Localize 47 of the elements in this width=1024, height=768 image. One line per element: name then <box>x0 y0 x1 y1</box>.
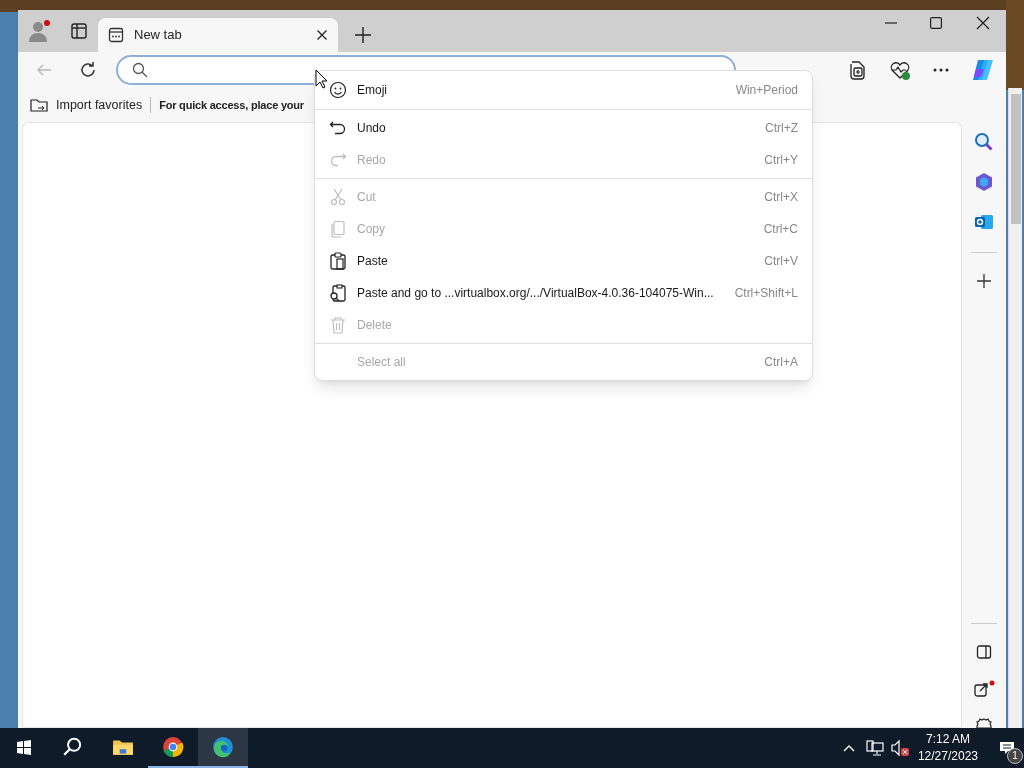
add-icon[interactable] <box>976 273 992 289</box>
copilot-icon[interactable] <box>970 57 996 83</box>
menu-item[interactable]: Paste and go to ...virtualbox.org/.../VirtualBox-4.0.36-104075-Win... Ctrl+Shift+L <box>315 277 812 309</box>
browser-tab[interactable]: New tab <box>98 18 338 52</box>
edge-icon <box>212 736 234 758</box>
scrollbar[interactable] <box>1008 88 1022 728</box>
chevron-up-icon[interactable] <box>841 743 856 753</box>
search-icon <box>132 62 148 78</box>
network-icon[interactable] <box>865 740 884 756</box>
new-tab-page-icon <box>108 27 124 43</box>
emoji-icon <box>329 81 347 99</box>
clock-time[interactable]: 7:12 AM <box>925 731 970 748</box>
profile-icon[interactable] <box>28 18 52 44</box>
heart-pulse-icon[interactable] <box>888 59 912 81</box>
hexagon-icon[interactable] <box>974 172 994 192</box>
external-link-icon[interactable] <box>973 680 995 698</box>
notification-count: 1 <box>1007 748 1023 764</box>
search-icon[interactable] <box>974 132 994 152</box>
folder-icon <box>30 97 48 113</box>
maximize-icon[interactable] <box>930 17 942 29</box>
trash-icon <box>329 316 347 334</box>
new-tab-icon[interactable] <box>354 26 372 44</box>
clipboard-icon <box>329 252 347 270</box>
chrome-icon <box>162 736 184 758</box>
clipboard-search-icon <box>329 284 347 302</box>
refresh-icon[interactable] <box>78 60 98 80</box>
split-view-icon[interactable] <box>976 644 992 660</box>
start-icon[interactable] <box>14 738 34 758</box>
notifications-button[interactable]: 1 <box>990 728 1024 768</box>
tab-title: New tab <box>134 26 183 45</box>
redo-icon <box>329 151 347 169</box>
scissors-icon <box>329 188 347 206</box>
close-tab-icon[interactable] <box>316 29 328 41</box>
search-icon <box>62 736 84 758</box>
close-icon[interactable] <box>976 16 990 30</box>
copy-icon <box>329 220 347 238</box>
menu-item[interactable]: Undo Ctrl+Z <box>315 112 812 144</box>
sidebar-tabs-icon[interactable] <box>70 22 88 40</box>
clock-date[interactable]: 12/27/2023 <box>917 748 978 765</box>
favorites-bar-hint: For quick access, place your <box>159 97 304 113</box>
mail-icon[interactable] <box>974 212 994 232</box>
undo-icon <box>329 119 347 137</box>
muted-speaker-icon[interactable] <box>889 739 910 757</box>
more-icon[interactable] <box>932 67 950 73</box>
import-favorites-button[interactable]: Import favorites <box>30 95 143 115</box>
menu-item[interactable]: Paste Ctrl+V <box>315 245 812 277</box>
taskbar-button[interactable] <box>198 728 248 768</box>
